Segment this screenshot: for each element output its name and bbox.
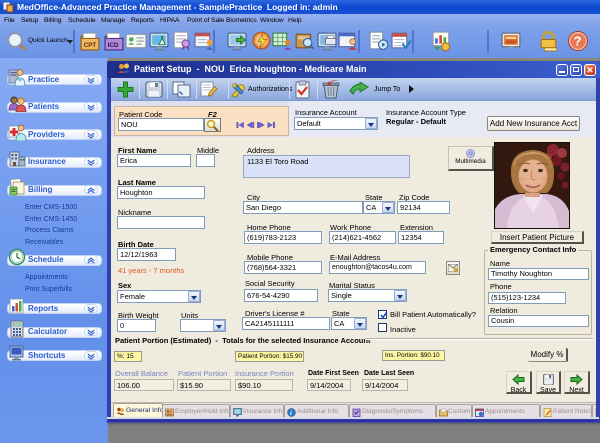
svg-text:ICD: ICD — [108, 42, 119, 49]
svg-text:CPT: CPT — [84, 42, 97, 49]
svg-text:?: ? — [574, 35, 582, 49]
svg-text:i: i — [290, 410, 292, 417]
